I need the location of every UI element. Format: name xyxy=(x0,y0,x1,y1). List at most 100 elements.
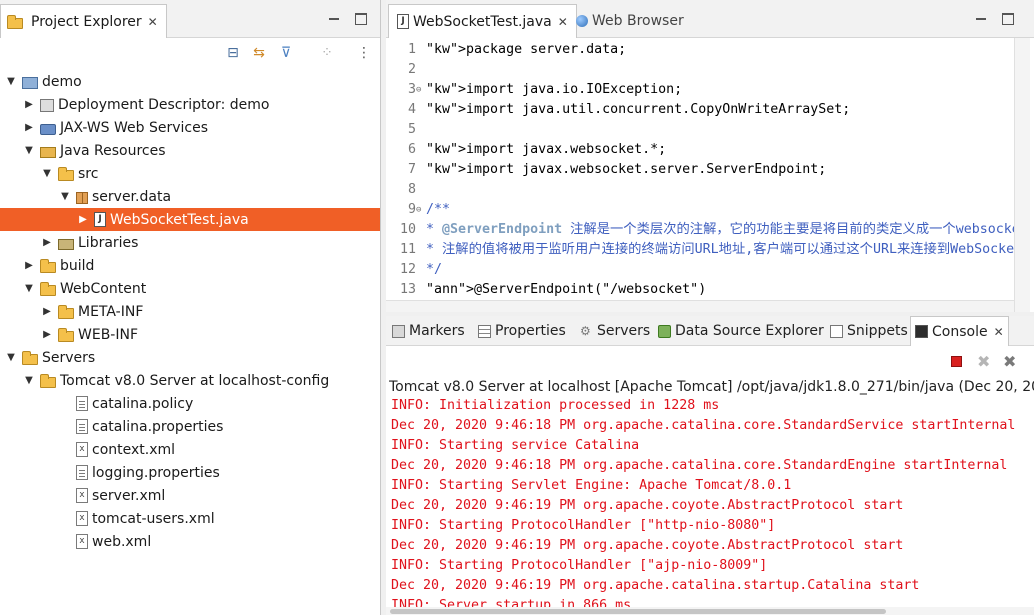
tab-servers[interactable]: ⚙ Servers xyxy=(576,316,654,346)
code-editor[interactable]: 1 "kw">package server.data; 2 3 ⊖ "kw">import… xyxy=(386,38,1014,300)
tree-item[interactable]: ▼ src xyxy=(0,162,380,185)
tree-item[interactable]: ▼ Tomcat v8.0 Server at localhost-config xyxy=(0,369,380,392)
tab-project-explorer[interactable]: Project Explorer ✕ xyxy=(0,4,167,38)
code-line[interactable]: 5 xyxy=(386,120,1014,140)
terminate-icon[interactable] xyxy=(951,356,962,367)
tab-console[interactable]: Console ✕ xyxy=(910,316,1009,346)
tree-item[interactable]: x server.xml xyxy=(0,484,380,507)
tree-item[interactable]: ▶ J WebSocketTest.java xyxy=(0,208,380,231)
tree-item[interactable]: ▶ build xyxy=(0,254,380,277)
expand-arrow-icon[interactable]: ▼ xyxy=(4,76,18,87)
expand-arrow-icon[interactable]: ▼ xyxy=(22,145,36,156)
tree-item[interactable]: ▼ Java Resources xyxy=(0,139,380,162)
focus-icon[interactable]: ⁘ xyxy=(318,44,336,62)
fold-icon[interactable]: ⊖ xyxy=(416,80,421,100)
code-line[interactable]: 7 "kw">import javax.websocket.server.Serv… xyxy=(386,160,1014,180)
fold-icon[interactable]: ⊖ xyxy=(416,200,421,220)
xml-file-icon: x xyxy=(76,534,88,549)
tab-label: Console xyxy=(932,323,988,340)
code-line[interactable]: 1 "kw">package server.data; xyxy=(386,40,1014,60)
java-file-icon: J xyxy=(94,212,106,227)
code-line[interactable]: 6 "kw">import javax.websocket.*; xyxy=(386,140,1014,160)
code-line[interactable]: 2 xyxy=(386,60,1014,80)
code-line[interactable]: 10 * @ServerEndpoint 注解是一个类层次的注解，它的功能主要是… xyxy=(386,220,1014,240)
minimize-icon[interactable] xyxy=(328,12,340,24)
collapse-arrow-icon[interactable]: ▶ xyxy=(40,329,54,340)
folder-icon xyxy=(58,304,74,319)
line-number: 4 xyxy=(407,102,416,117)
tree-item[interactable]: x tomcat-users.xml xyxy=(0,507,380,530)
link-with-editor-icon[interactable]: ⇆ xyxy=(250,44,268,62)
collapse-arrow-icon[interactable]: ▶ xyxy=(22,122,36,133)
editor-horizontal-scrollbar[interactable] xyxy=(386,300,1014,312)
tree-item[interactable]: ▶ JAX-WS Web Services xyxy=(0,116,380,139)
tree-item[interactable]: ▶ Deployment Descriptor: demo xyxy=(0,93,380,116)
tab-snippets[interactable]: Snippets xyxy=(826,316,912,346)
tree-item-label: server.data xyxy=(92,188,172,205)
code-line[interactable]: 4 "kw">import java.util.concurrent.CopyOn… xyxy=(386,100,1014,120)
tree-item[interactable]: ▶ META-INF xyxy=(0,300,380,323)
collapse-all-icon[interactable]: ⊟ xyxy=(224,44,242,62)
folder-icon xyxy=(40,373,56,388)
tab-websockettest-java[interactable]: J WebSocketTest.java ✕ xyxy=(388,4,577,38)
console-line: Dec 20, 2020 9:46:19 PM org.apache.coyot… xyxy=(391,538,904,553)
collapse-arrow-icon[interactable]: ▶ xyxy=(22,260,36,271)
expand-arrow-icon[interactable]: ▼ xyxy=(4,352,18,363)
editor-vertical-scrollbar[interactable] xyxy=(1014,38,1030,312)
view-menu-icon[interactable]: ⋮ xyxy=(355,44,373,62)
expand-arrow-icon[interactable]: ▼ xyxy=(40,168,54,179)
collapse-arrow-icon[interactable]: ▶ xyxy=(76,214,90,225)
close-icon[interactable]: ✕ xyxy=(994,325,1004,339)
close-icon[interactable]: ✕ xyxy=(558,15,568,29)
minimize-icon[interactable] xyxy=(975,12,987,24)
remove-all-terminated-icon[interactable]: ✖ xyxy=(1003,352,1016,371)
code-line[interactable]: 13 "ann">@ServerEndpoint("/websocket") xyxy=(386,280,1014,300)
tab-label: Snippets xyxy=(847,323,908,339)
code-text: "kw">package server.data; xyxy=(426,42,627,57)
tree-item[interactable]: catalina.policy xyxy=(0,392,380,415)
collapse-arrow-icon[interactable]: ▶ xyxy=(40,306,54,317)
tree-item[interactable]: logging.properties xyxy=(0,461,380,484)
expand-arrow-icon[interactable]: ▼ xyxy=(22,375,36,386)
tab-markers[interactable]: Markers xyxy=(388,316,469,346)
tree-item[interactable]: ▼ Servers xyxy=(0,346,380,369)
globe-icon xyxy=(576,15,588,27)
code-line[interactable]: 11 * 注解的值将被用于监听用户连接的终端访问URL地址,客户端可以通过这个U… xyxy=(386,240,1014,260)
code-line[interactable]: 12 */ xyxy=(386,260,1014,280)
code-text: */ xyxy=(426,262,443,277)
code-line[interactable]: 9 ⊖ /** xyxy=(386,200,1014,220)
tree-item[interactable]: x web.xml xyxy=(0,530,380,553)
remove-launch-icon[interactable]: ✖ xyxy=(977,352,990,371)
tree-item-label: catalina.properties xyxy=(92,418,224,435)
tree-item[interactable]: x context.xml xyxy=(0,438,380,461)
tree-item[interactable]: catalina.properties xyxy=(0,415,380,438)
line-number: 1 xyxy=(407,42,416,57)
editor-tab-bar: J WebSocketTest.java ✕ Web Browser xyxy=(386,0,1034,38)
filter-icon[interactable]: ⊽ xyxy=(277,44,295,62)
line-number: 10 xyxy=(399,222,416,237)
collapse-arrow-icon[interactable]: ▶ xyxy=(40,237,54,248)
tree-item[interactable]: ▶ WEB-INF xyxy=(0,323,380,346)
expand-arrow-icon[interactable]: ▼ xyxy=(22,283,36,294)
webservice-icon xyxy=(40,123,56,135)
maximize-icon[interactable] xyxy=(1002,13,1014,25)
code-text: "kw">import javax.websocket.server.Serve… xyxy=(426,162,827,177)
console-output[interactable]: INFO: Initialization processed in 1228 m… xyxy=(386,399,1034,607)
maximize-icon[interactable] xyxy=(355,13,367,25)
tab-label: Data Source Explorer xyxy=(675,323,824,339)
code-line[interactable]: 3 ⊖ "kw">import java.io.IOException; xyxy=(386,80,1014,100)
tab-properties[interactable]: Properties xyxy=(474,316,570,346)
tree-item[interactable]: ▼ server.data xyxy=(0,185,380,208)
tree-item[interactable]: ▶ Libraries xyxy=(0,231,380,254)
tab-data-source-explorer[interactable]: Data Source Explorer xyxy=(654,316,828,346)
close-icon[interactable]: ✕ xyxy=(148,15,158,29)
console-scroll-thumb[interactable] xyxy=(390,609,886,614)
tab-web-browser[interactable]: Web Browser xyxy=(568,4,692,38)
tree-item[interactable]: ▼ WebContent xyxy=(0,277,380,300)
expand-arrow-icon[interactable]: ▼ xyxy=(58,191,72,202)
code-line[interactable]: 8 xyxy=(386,180,1014,200)
tree-item[interactable]: ▼ demo xyxy=(0,70,380,93)
collapse-arrow-icon[interactable]: ▶ xyxy=(22,99,36,110)
console-icon xyxy=(915,325,928,338)
console-line: Dec 20, 2020 9:46:19 PM org.apache.catal… xyxy=(391,578,920,593)
